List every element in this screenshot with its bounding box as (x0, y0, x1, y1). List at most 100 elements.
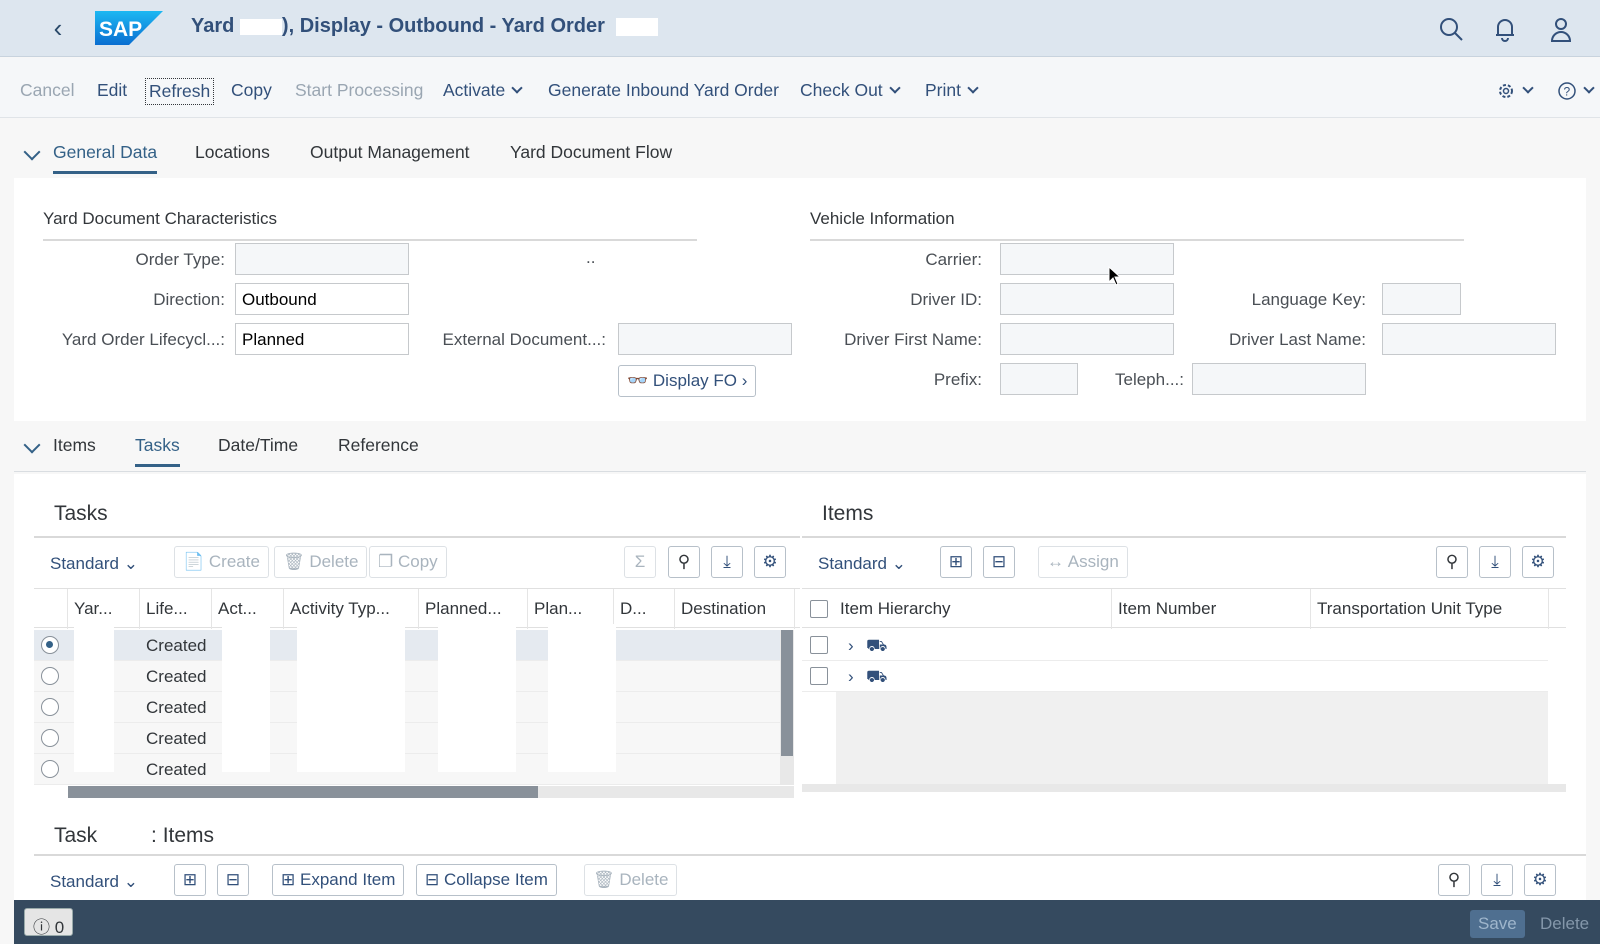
column-header[interactable]: D... (614, 589, 675, 629)
edit-button[interactable]: Edit (94, 78, 130, 103)
start-processing-button[interactable]: Start Processing (292, 78, 426, 103)
user-profile-icon[interactable] (1546, 14, 1576, 44)
table-row[interactable]: › ⛟ (802, 630, 1548, 661)
select-all-checkbox[interactable] (810, 600, 828, 618)
items-variant-selector[interactable]: Standard ⌄ (818, 554, 906, 574)
expand-row-icon[interactable]: › (842, 661, 860, 692)
tasks-copy-button[interactable]: ❐ Copy (369, 546, 447, 578)
tasks-variant-selector[interactable]: Standard ⌄ (50, 554, 138, 574)
gear-icon[interactable]: ⚙ (1524, 864, 1556, 896)
direction-field[interactable]: Outbound (235, 283, 409, 315)
generate-inbound-yard-order-button[interactable]: Generate Inbound Yard Order (545, 78, 782, 103)
save-button[interactable]: Save (1470, 910, 1525, 938)
refresh-button[interactable]: Refresh (145, 78, 215, 105)
external-document-field[interactable] (618, 323, 792, 355)
row-checkbox[interactable] (810, 667, 828, 685)
collapse-all-icon[interactable]: ⊟ (983, 546, 1015, 578)
notification-bell-icon[interactable] (1490, 14, 1520, 44)
column-header[interactable]: Item Number (1112, 589, 1311, 629)
table-row[interactable]: Created (34, 754, 794, 785)
driver-first-name-field[interactable] (1000, 323, 1174, 355)
collapse-section-icon[interactable] (23, 436, 41, 454)
message-popover-button[interactable]: ⓘ 0 (24, 908, 74, 937)
settings-menu-button[interactable] (1493, 78, 1535, 103)
table-row[interactable]: › ⛟ (802, 661, 1548, 692)
tasks-create-button[interactable]: 📄 Create (174, 546, 269, 578)
carrier-field[interactable] (1000, 243, 1174, 275)
expand-all-icon[interactable]: ⊞ (174, 864, 206, 896)
collapse-item-button[interactable]: ⊟ Collapse Item (416, 864, 557, 896)
download-icon[interactable]: ⤓ (1479, 546, 1511, 578)
display-fo-button[interactable]: 👓 Display FO › (618, 365, 757, 397)
order-type-field[interactable] (235, 243, 409, 275)
row-radio[interactable] (41, 667, 59, 685)
table-row[interactable]: Created (34, 630, 794, 661)
table-row[interactable]: Created (34, 692, 794, 723)
column-header[interactable]: Act... (212, 589, 284, 629)
table-resize-handle[interactable] (802, 784, 1566, 792)
expand-all-icon[interactable]: ⊞ (940, 546, 972, 578)
horizontal-scrollbar[interactable] (68, 786, 794, 798)
column-header[interactable]: Plan... (528, 589, 614, 629)
expand-row-icon[interactable]: › (842, 630, 860, 661)
tab-tasks[interactable]: Tasks (135, 435, 180, 467)
task-items-variant-selector[interactable]: Standard ⌄ (50, 872, 138, 892)
sap-logo[interactable]: SAP (95, 11, 163, 45)
gear-icon[interactable]: ⚙ (1522, 546, 1554, 578)
column-header[interactable]: Transportation Unit Type (1311, 589, 1549, 629)
activate-menu-button[interactable]: Activate (440, 78, 524, 103)
prefix-field[interactable] (1000, 363, 1078, 395)
select-column-header (34, 589, 68, 629)
table-row[interactable]: Created (34, 723, 794, 754)
column-header[interactable]: Destination (675, 589, 795, 629)
print-menu-button[interactable]: Print (922, 78, 980, 103)
tab-output-management[interactable]: Output Management (310, 142, 470, 163)
tab-general-data[interactable]: General Data (53, 142, 158, 174)
collapse-section-icon[interactable] (23, 143, 41, 161)
telephone-field[interactable] (1192, 363, 1366, 395)
sum-icon[interactable]: Σ (624, 546, 656, 578)
collapse-all-icon[interactable]: ⊟ (217, 864, 249, 896)
row-checkbox[interactable] (810, 636, 828, 654)
tab-yard-document-flow[interactable]: Yard Document Flow (510, 142, 672, 163)
language-key-field[interactable] (1382, 283, 1461, 315)
column-header[interactable]: Planned... (419, 589, 528, 629)
svg-text:?: ? (1564, 85, 1571, 99)
table-row[interactable]: Created (34, 661, 794, 692)
row-radio[interactable] (41, 760, 59, 778)
items-assign-button[interactable]: ↔ Assign (1038, 546, 1128, 578)
tab-reference[interactable]: Reference (338, 435, 419, 456)
search-icon[interactable]: ⚲ (668, 546, 700, 578)
tasks-delete-button[interactable]: 🗑 Delete (274, 546, 368, 578)
back-icon[interactable]: ‹ (42, 12, 74, 44)
column-header[interactable]: Activity Typ... (284, 589, 419, 629)
horizontal-scrollbar-thumb[interactable] (68, 786, 538, 798)
expand-item-button[interactable]: ⊞ Expand Item (272, 864, 405, 896)
row-radio[interactable] (41, 729, 59, 747)
vertical-scrollbar-thumb[interactable] (781, 630, 793, 756)
copy-button[interactable]: Copy (228, 78, 275, 103)
help-menu-button[interactable]: ? (1554, 78, 1596, 103)
tab-locations[interactable]: Locations (195, 142, 270, 163)
row-radio[interactable] (41, 636, 59, 654)
driver-last-name-field[interactable] (1382, 323, 1556, 355)
task-items-delete-button[interactable]: 🗑 Delete (584, 864, 678, 896)
delete-button[interactable]: Delete (1532, 910, 1597, 938)
cancel-button[interactable]: Cancel (17, 78, 77, 103)
driver-id-field[interactable] (1000, 283, 1174, 315)
column-header[interactable]: Life... (140, 589, 212, 629)
column-header[interactable]: Item Hierarchy (834, 589, 1112, 629)
check-out-menu-button[interactable]: Check Out (797, 78, 902, 103)
download-icon[interactable]: ⤓ (711, 546, 743, 578)
tab-items[interactable]: Items (53, 435, 96, 456)
column-header[interactable]: Yar... (68, 589, 140, 629)
gear-icon[interactable]: ⚙ (754, 546, 786, 578)
tab-date-time[interactable]: Date/Time (218, 435, 298, 456)
lifecycle-field[interactable]: Planned (235, 323, 409, 355)
search-icon[interactable]: ⚲ (1438, 864, 1470, 896)
vertical-scrollbar[interactable] (780, 630, 794, 785)
search-icon[interactable] (1436, 14, 1466, 44)
download-icon[interactable]: ⤓ (1481, 864, 1513, 896)
search-icon[interactable]: ⚲ (1436, 546, 1468, 578)
row-radio[interactable] (41, 698, 59, 716)
